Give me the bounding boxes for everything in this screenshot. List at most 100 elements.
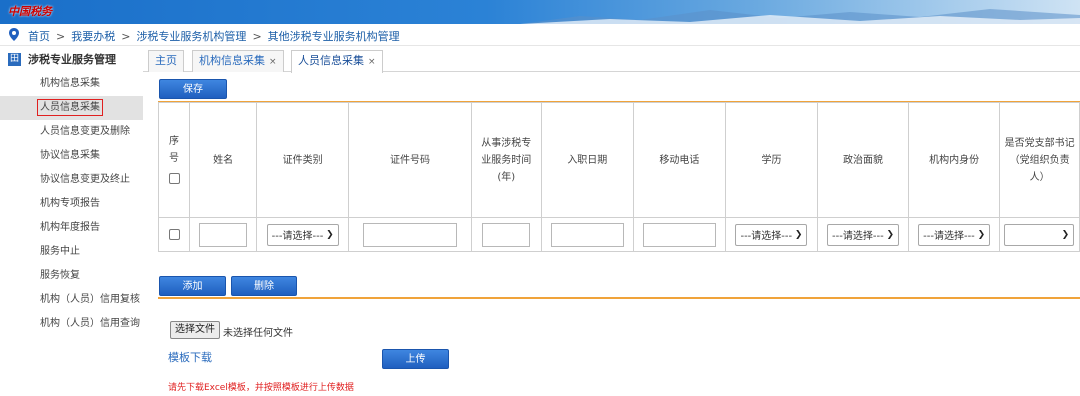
service-years-input[interactable] [482, 222, 531, 247]
sidebar-item-agreement-info[interactable]: 协议信息采集 [0, 144, 143, 168]
tab-bar: 主页 机构信息采集 × 人员信息采集 × [143, 46, 1080, 73]
divider-line [158, 297, 1080, 299]
sidebar-item-label: 人员信息采集 [37, 99, 103, 116]
sidebar-item-credit-query[interactable]: 机构（人员）信用查询 [0, 312, 143, 336]
select-value: ---请选择--- [271, 231, 324, 242]
id-number-input[interactable] [363, 222, 457, 247]
tab-staff-info[interactable]: 人员信息采集 × [291, 50, 383, 73]
upload-button[interactable]: 上传 [382, 349, 449, 369]
role-select[interactable]: ---请选择--- ❯ [918, 223, 991, 246]
save-button[interactable]: 保存 [159, 79, 227, 99]
join-date-input[interactable] [550, 222, 624, 247]
col-header-id-type: 证件类别 [256, 102, 350, 218]
select-value: ---请选择--- [740, 231, 793, 242]
banner-landscape-image [520, 9, 1080, 24]
header-text: (年) [497, 171, 516, 183]
breadcrumb-separator: > [252, 30, 262, 43]
breadcrumb-separator: > [56, 30, 66, 43]
breadcrumb-separator: > [121, 30, 131, 43]
col-header-service-years: 从事涉税专 业服务时间 (年) [470, 102, 542, 218]
col-header-mobile: 移动电话 [632, 102, 726, 218]
tab-org-info[interactable]: 机构信息采集 × [192, 50, 284, 72]
close-icon[interactable]: × [368, 57, 376, 67]
sidebar-item-annual-report[interactable]: 机构年度报告 [0, 216, 143, 240]
staff-table: 序 号 姓名 证件类别 证件号码 从事涉税专 业服务时间 (年) 入职日期 移动… [157, 102, 1080, 252]
col-header-id-number: 证件号码 [348, 102, 472, 218]
breadcrumb-bar: 首页 > 我要办税 > 涉税专业服务机构管理 > 其他涉税专业服务机构管理 [0, 24, 1080, 46]
file-status-text: 未选择任何文件 [223, 328, 293, 339]
sidebar-item-label: 协议信息变更及终止 [40, 174, 130, 185]
col-header-seq: 序 号 [157, 102, 191, 218]
sidebar-item-service-resume[interactable]: 服务恢复 [0, 264, 143, 288]
header-text: 号 [169, 152, 180, 164]
col-header-join-date: 入职日期 [540, 102, 634, 218]
col-header-education: 学历 [724, 102, 819, 218]
col-header-political: 政治面貌 [816, 102, 910, 218]
upload-instruction-note: 请先下载Excel模板，并按照模板进行上传数据 [168, 383, 354, 393]
tab-label: 机构信息采集 [199, 54, 265, 67]
sidebar-item-org-info[interactable]: 机构信息采集 [0, 72, 143, 96]
sidebar-item-staff-info[interactable]: 人员信息采集 [0, 96, 143, 120]
header-text: 从事涉税专 [481, 137, 532, 149]
add-row-button[interactable]: 添加 [159, 276, 226, 296]
table-header-row: 序 号 姓名 证件类别 证件号码 从事涉税专 业服务时间 (年) 入职日期 移动… [157, 102, 1080, 218]
delete-row-button[interactable]: 删除 [231, 276, 297, 296]
sidebar-item-agreement-change[interactable]: 协议信息变更及终止 [0, 168, 143, 192]
tab-label: 主页 [155, 54, 177, 67]
chevron-down-icon: ❯ [1061, 229, 1070, 240]
sidebar-item-credit-review[interactable]: 机构（人员）信用复核 [0, 288, 143, 312]
sidebar-item-label: 机构（人员）信用查询 [40, 318, 140, 329]
breadcrumb-item-other-agency[interactable]: 其他涉税专业服务机构管理 [268, 30, 400, 43]
mobile-input[interactable] [642, 222, 716, 247]
sidebar-item-label: 机构年度报告 [40, 222, 100, 233]
breadcrumb: 首页 > 我要办税 > 涉税专业服务机构管理 > 其他涉税专业服务机构管理 [28, 28, 400, 44]
sidebar: 田 涉税专业服务管理 机构信息采集 人员信息采集 人员信息变更及删除 协议信息采… [0, 46, 143, 396]
table-row: ---请选择--- ❯ ---请选择--- ❯ ---请选择--- ❯ ---请选择-… [157, 217, 1080, 252]
breadcrumb-item-home[interactable]: 首页 [28, 30, 50, 43]
chevron-down-icon: ❯ [794, 229, 803, 240]
header-text: 人） [1029, 171, 1050, 183]
tab-label: 人员信息采集 [298, 54, 364, 67]
template-download-link[interactable]: 模板下载 [168, 349, 212, 365]
header-text: 业服务时间 [481, 154, 532, 166]
name-input[interactable] [199, 222, 248, 247]
sidebar-item-service-suspend[interactable]: 服务中止 [0, 240, 143, 264]
sidebar-item-label: 机构信息采集 [40, 78, 100, 89]
education-select[interactable]: ---请选择--- ❯ [735, 223, 808, 246]
site-logo: 中国税务 [8, 5, 52, 18]
col-header-party-secretary: 是否党支部书记 （党组织负责 人） [999, 102, 1080, 218]
sidebar-item-staff-change[interactable]: 人员信息变更及删除 [0, 120, 143, 144]
sidebar-item-label: 服务恢复 [40, 270, 80, 281]
top-banner: 中国税务 [0, 0, 1080, 24]
sidebar-title: 涉税专业服务管理 [28, 53, 116, 66]
sidebar-item-label: 协议信息采集 [40, 150, 100, 161]
header-text: 序 [169, 135, 180, 147]
chevron-down-icon: ❯ [326, 229, 334, 240]
row-checkbox[interactable] [168, 228, 180, 240]
sidebar-item-label: 服务中止 [40, 246, 80, 257]
select-value: ---请选择--- [923, 231, 975, 242]
choose-file-button[interactable]: 选择文件 [170, 321, 220, 339]
sidebar-item-label: 人员信息变更及删除 [40, 126, 130, 137]
political-select[interactable]: ---请选择--- ❯ [827, 223, 900, 246]
sidebar-item-special-report[interactable]: 机构专项报告 [0, 192, 143, 216]
col-header-name: 姓名 [189, 102, 258, 218]
party-secretary-select[interactable]: ❯ [1004, 223, 1075, 246]
chevron-down-icon: ❯ [977, 229, 986, 240]
sidebar-item-label: 机构专项报告 [40, 198, 100, 209]
sidebar-item-label: 机构（人员）信用复核 [40, 294, 140, 305]
grid-icon: 田 [8, 52, 21, 66]
header-text: （党组织负责 [1009, 154, 1070, 166]
location-pin-icon [9, 28, 19, 41]
header-text: 是否党支部书记 [1004, 137, 1075, 149]
select-all-checkbox[interactable] [168, 173, 180, 184]
tab-home[interactable]: 主页 [148, 50, 184, 72]
breadcrumb-item-tax[interactable]: 我要办税 [71, 30, 115, 43]
close-icon[interactable]: × [269, 57, 277, 67]
breadcrumb-item-agency-mgmt[interactable]: 涉税专业服务机构管理 [136, 30, 246, 43]
chevron-down-icon: ❯ [886, 229, 895, 240]
col-header-role: 机构内身份 [908, 102, 1001, 218]
sidebar-header[interactable]: 田 涉税专业服务管理 [0, 46, 143, 72]
select-value: ---请选择--- [832, 231, 884, 242]
id-type-select[interactable]: ---请选择--- ❯ [266, 223, 339, 246]
